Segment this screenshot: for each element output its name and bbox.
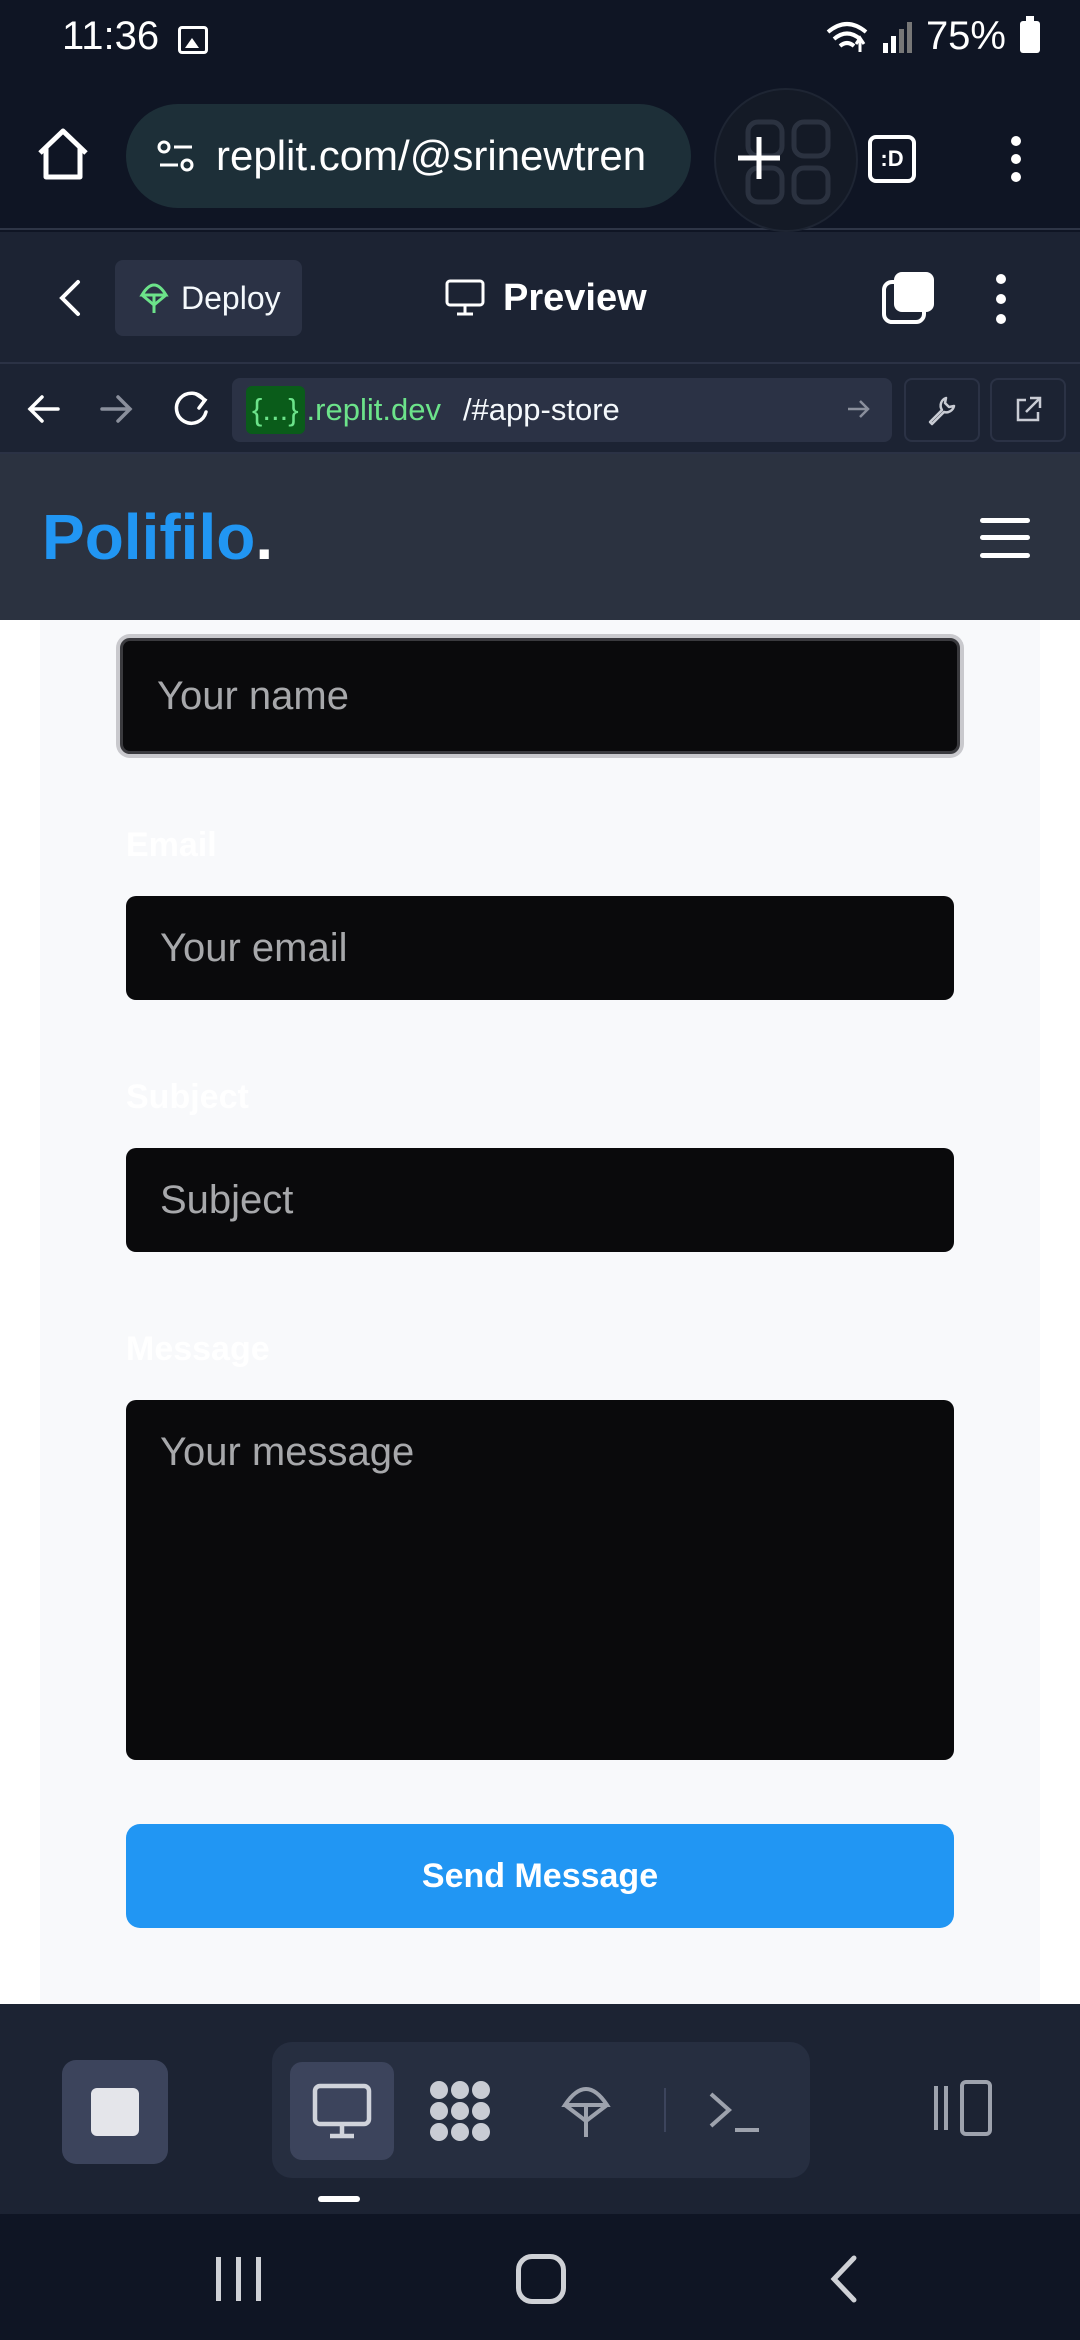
url-badge: {...} xyxy=(246,386,305,434)
preview-label: Preview xyxy=(503,276,647,319)
address-bar-url: replit.com/@srinewtren xyxy=(216,132,647,179)
monitor-icon xyxy=(445,279,485,316)
deploy-icon xyxy=(139,283,169,313)
send-message-button[interactable]: Send Message xyxy=(126,1824,954,1928)
open-external-button[interactable] xyxy=(990,378,1066,442)
go-arrow-icon[interactable] xyxy=(846,396,872,422)
status-indicators: 75% xyxy=(826,14,1040,59)
tab-count-label: :D xyxy=(880,146,904,171)
email-placeholder: Your email xyxy=(160,925,348,970)
logo-text: Polifilo xyxy=(42,501,256,573)
home-icon[interactable] xyxy=(34,125,92,183)
site-settings-icon[interactable] xyxy=(156,136,196,176)
message-label: Message xyxy=(126,1330,270,1368)
message-placeholder: Your message xyxy=(160,1430,415,1474)
hamburger-menu-icon[interactable] xyxy=(980,518,1030,558)
panel-toggle-icon[interactable] xyxy=(928,2076,1000,2140)
subject-placeholder: Subject xyxy=(160,1177,294,1222)
back-nav-icon[interactable] xyxy=(826,2254,860,2304)
site-header: Polifilo. xyxy=(0,454,1080,620)
replit-bottom-toolbar xyxy=(0,2004,1080,2214)
new-tab-icon[interactable] xyxy=(736,135,782,181)
battery-percent: 75% xyxy=(925,14,1006,58)
wifi-icon xyxy=(826,21,868,52)
deploy-label: Deploy xyxy=(181,279,281,316)
reload-icon[interactable] xyxy=(170,388,212,430)
replit-header: Deploy Preview xyxy=(0,232,1080,364)
status-time: 11:36 xyxy=(62,14,160,58)
terminal-icon[interactable] xyxy=(682,2062,786,2160)
browser-toolbar: replit.com/@srinewtren :D xyxy=(0,80,1080,232)
url-path: /#app-store xyxy=(462,392,620,427)
deploy-button[interactable]: Deploy xyxy=(115,260,302,336)
arrow-right-icon[interactable] xyxy=(98,390,136,428)
tab-switcher-icon[interactable]: :D xyxy=(868,135,916,183)
send-message-label: Send Message xyxy=(421,1856,659,1895)
more-vert-icon[interactable] xyxy=(995,274,1007,324)
email-label: Email xyxy=(126,826,217,864)
battery-icon xyxy=(1020,15,1040,53)
logo-dot: . xyxy=(255,501,274,573)
deploy-icon[interactable] xyxy=(534,2062,638,2160)
external-link-icon xyxy=(1016,396,1042,422)
webview-nav-bar: {...} .replit.dev /#app-store xyxy=(0,364,1080,454)
subject-field[interactable]: Subject xyxy=(126,1148,954,1252)
site-logo[interactable]: Polifilo. xyxy=(42,500,273,574)
chevron-left-icon[interactable] xyxy=(56,278,84,318)
devtools-button[interactable] xyxy=(904,378,980,442)
new-pane-icon[interactable] xyxy=(880,270,936,326)
name-field[interactable]: Your name xyxy=(120,638,960,754)
preview-desktop-icon[interactable] xyxy=(290,2062,394,2160)
subject-label: Subject xyxy=(126,1078,249,1116)
webview-url-bar[interactable]: {...} .replit.dev /#app-store xyxy=(232,378,892,442)
arrow-left-icon[interactable] xyxy=(24,390,62,428)
active-tab-indicator xyxy=(318,2196,360,2202)
url-domain: .replit.dev xyxy=(306,392,441,427)
signal-icon xyxy=(882,21,912,53)
system-nav-bar xyxy=(0,2214,1080,2340)
agent-icon[interactable] xyxy=(408,2062,512,2160)
wrench-icon xyxy=(928,396,956,426)
toolbar-divider xyxy=(664,2088,666,2132)
tool-switcher xyxy=(272,2042,810,2178)
page-content: Your name Email Your email Subject Subje… xyxy=(0,620,1080,2004)
recents-icon[interactable] xyxy=(216,2257,262,2301)
image-notification-icon xyxy=(178,26,208,54)
email-field[interactable]: Your email xyxy=(126,896,954,1000)
name-placeholder: Your name xyxy=(157,673,349,718)
tab-preview[interactable]: Preview xyxy=(445,266,647,330)
status-bar: 11:36 75% xyxy=(0,0,1080,80)
message-field[interactable]: Your message xyxy=(126,1400,954,1760)
address-bar[interactable]: replit.com/@srinewtren xyxy=(126,104,691,208)
more-vert-icon[interactable] xyxy=(1010,136,1022,182)
home-nav-icon[interactable] xyxy=(516,2254,566,2304)
stop-icon[interactable] xyxy=(62,2060,168,2164)
